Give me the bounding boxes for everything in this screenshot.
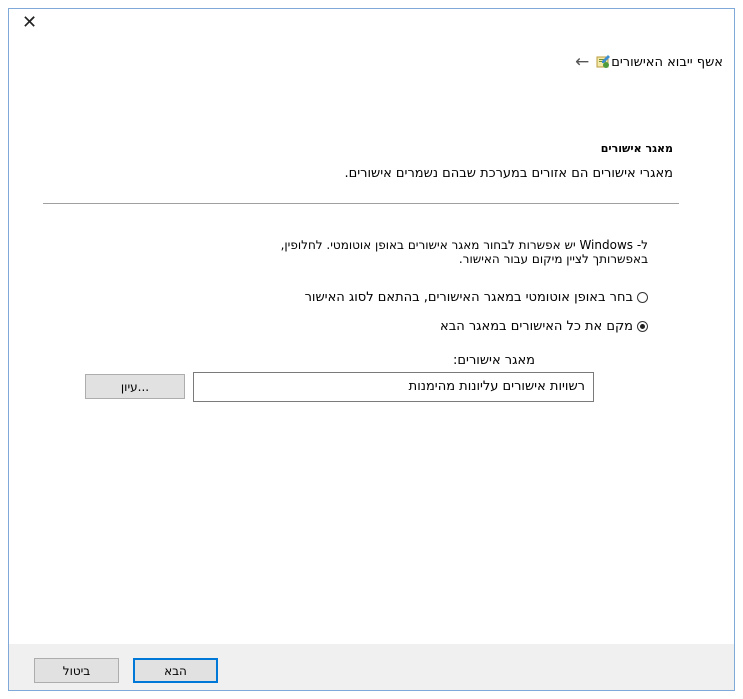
browse-button[interactable]: עיון... [85,374,185,399]
radio-manual-button[interactable] [637,321,648,332]
info-text: ל- Windows יש אפשרות לבחור מאגר אישורים … [150,238,648,266]
wizard-title: אשף ייבוא האישורים [611,54,723,70]
info-line-1: ל- Windows יש אפשרות לבחור מאגר אישורים … [280,238,648,252]
radio-manual-label: מקם את כל האישורים במאגר הבא [440,319,633,334]
cancel-button[interactable]: ביטול [34,658,119,683]
back-arrow-icon[interactable]: ← [575,52,589,72]
certificate-wizard-icon [596,55,611,68]
wizard-header: ← אשף ייבוא האישורים [565,52,723,72]
radio-auto-button[interactable] [637,292,648,303]
section-heading: מאגר אישורים [600,142,673,155]
divider [43,203,679,204]
store-field: רשויות אישורים עליונות מהימנות [193,372,594,402]
next-button[interactable]: הבא [133,658,218,683]
section-description: מאגרי אישורים הם אזורים במערכת שבהם נשמר… [344,166,673,181]
close-icon[interactable]: ✕ [22,12,37,33]
radio-auto-select[interactable]: בחר באופן אוטומטי במאגר האישורים, בהתאם … [305,290,648,305]
store-label: מאגר אישורים: [453,353,535,368]
radio-auto-label: בחר באופן אוטומטי במאגר האישורים, בהתאם … [304,290,633,305]
wizard-window [8,8,735,691]
info-line-2: באפשרותך לציין מיקום עבור האישור. [458,252,648,266]
radio-manual-place[interactable]: מקם את כל האישורים במאגר הבא [440,319,648,334]
